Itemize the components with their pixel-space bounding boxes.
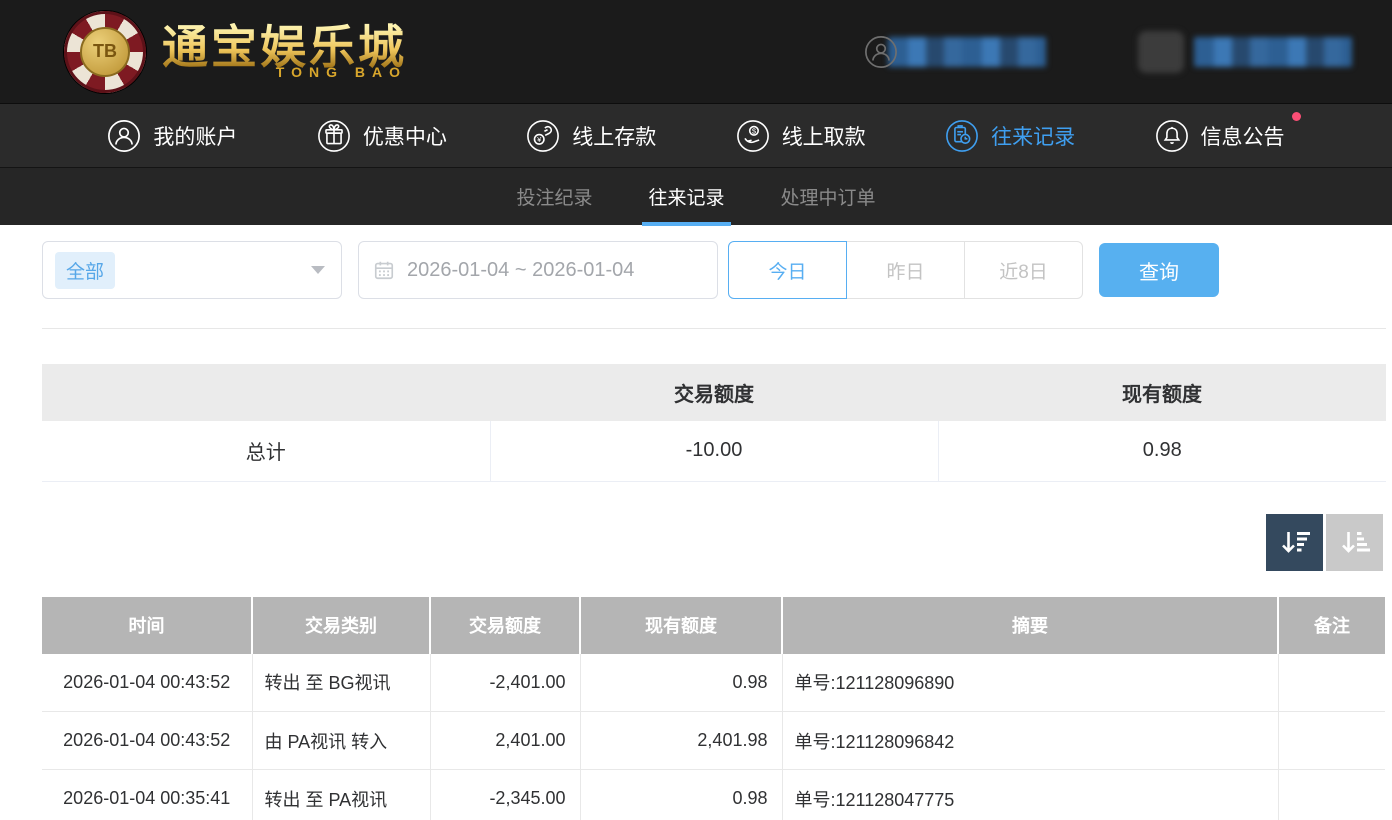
records-header-row: 时间 交易类别 交易额度 现有额度 摘要 备注 bbox=[42, 596, 1385, 654]
nav-item-label: 我的账户 bbox=[153, 125, 238, 149]
cell-balance: 0.98 bbox=[579, 769, 782, 820]
tab-transfer-records[interactable]: 往来记录 bbox=[642, 168, 731, 226]
main-nav: 我的账户 优惠中心 ¥ 线上存款 $ 线上取款 往来记录 信息公告 bbox=[0, 103, 1392, 167]
user-icon bbox=[865, 35, 897, 68]
table-row: 2026-01-04 00:35:41 转出 至 PA视讯 -2,345.00 … bbox=[42, 769, 1385, 820]
date-range-value: 2026-01-04 ~ 2026-01-04 bbox=[407, 258, 635, 281]
header-note: 备注 bbox=[1277, 596, 1385, 654]
nav-item-promotions[interactable]: 优惠中心 bbox=[317, 119, 447, 153]
notification-dot bbox=[1291, 111, 1301, 121]
today-button[interactable]: 今日 bbox=[728, 241, 847, 299]
summary-table: 交易额度 现有额度 总计 -10.00 0.98 bbox=[42, 364, 1386, 482]
cell-balance: 0.98 bbox=[579, 653, 782, 712]
summary-total-transaction: -10.00 bbox=[489, 421, 938, 482]
user-icon bbox=[108, 119, 141, 152]
header-balance: 现有额度 bbox=[579, 596, 782, 654]
date-range-input[interactable]: 2026-01-04 ~ 2026-01-04 bbox=[358, 241, 718, 299]
cell-summary: 单号:121128096842 bbox=[781, 711, 1278, 770]
header-type: 交易类别 bbox=[251, 596, 430, 654]
table-row: 2026-01-04 00:43:52 由 PA视讯 转入 2,401.00 2… bbox=[42, 711, 1385, 770]
logged-in-username bbox=[864, 35, 1046, 69]
cell-time: 2026-01-04 00:43:52 bbox=[42, 653, 252, 712]
cell-type: 转出 至 PA视讯 bbox=[251, 769, 430, 820]
last-8-days-button[interactable]: 近8日 bbox=[964, 241, 1083, 299]
gift-icon bbox=[317, 119, 350, 152]
cell-note bbox=[1277, 653, 1385, 712]
nav-item-my-account[interactable]: 我的账户 bbox=[107, 119, 237, 153]
quick-date-buttons: 今日 昨日 近8日 bbox=[728, 241, 1083, 299]
cell-summary: 单号:121128096890 bbox=[781, 653, 1278, 712]
chip-initials: TB bbox=[80, 26, 130, 77]
cell-note bbox=[1277, 769, 1385, 820]
cell-time: 2026-01-04 00:35:41 bbox=[42, 769, 252, 820]
nav-item-label: 往来记录 bbox=[991, 125, 1076, 149]
sort-asc-icon bbox=[1341, 532, 1370, 553]
redacted-balance-icon bbox=[1138, 30, 1184, 73]
summary-total-label: 总计 bbox=[42, 421, 490, 482]
header-amount: 交易额度 bbox=[429, 596, 580, 654]
brand-subtitle: TONG BAO bbox=[275, 63, 407, 80]
cell-note bbox=[1277, 711, 1385, 770]
summary-total-row: 总计 -10.00 0.98 bbox=[42, 421, 1386, 482]
calendar-icon bbox=[374, 261, 394, 280]
nav-item-label: 优惠中心 bbox=[362, 125, 447, 149]
cell-time: 2026-01-04 00:43:52 bbox=[42, 711, 252, 770]
cell-type: 由 PA视讯 转入 bbox=[251, 711, 430, 770]
nav-item-online-deposit[interactable]: ¥ 线上存款 bbox=[526, 119, 656, 153]
tab-pending-orders[interactable]: 处理中订单 bbox=[779, 168, 878, 226]
tab-betting-records[interactable]: 投注纪录 bbox=[514, 168, 594, 226]
selected-type-tag[interactable]: 全部 bbox=[55, 251, 116, 289]
redacted-username bbox=[888, 36, 1046, 67]
summary-header-balance: 现有额度 bbox=[938, 364, 1386, 421]
redacted-balance bbox=[1194, 36, 1352, 67]
bell-icon bbox=[1155, 119, 1188, 152]
chevron-down-icon bbox=[311, 266, 325, 274]
records-table: 时间 交易类别 交易额度 现有额度 摘要 备注 2026-01-04 00:43… bbox=[42, 596, 1385, 820]
cell-summary: 单号:121128047775 bbox=[781, 769, 1278, 820]
sort-desc-icon bbox=[1281, 532, 1310, 553]
summary-header-transaction: 交易额度 bbox=[490, 364, 938, 421]
cell-amount: 2,401.00 bbox=[429, 711, 580, 770]
deposit-hand-coin-icon: ¥ bbox=[527, 119, 560, 152]
nav-item-label: 线上存款 bbox=[572, 125, 657, 149]
sub-tab-bar: 投注纪录 往来记录 处理中订单 bbox=[0, 167, 1392, 226]
yesterday-button[interactable]: 昨日 bbox=[846, 241, 965, 299]
cell-type: 转出 至 BG视讯 bbox=[251, 653, 430, 712]
nav-item-label: 信息公告 bbox=[1200, 125, 1285, 149]
type-select[interactable]: 全部 bbox=[42, 241, 342, 299]
account-balance-area bbox=[1138, 30, 1352, 73]
withdraw-hand-coin-icon: $ bbox=[736, 119, 769, 152]
sort-descending-button[interactable] bbox=[1266, 513, 1323, 571]
summary-header-empty bbox=[42, 364, 490, 421]
site-header: TB 通宝娱乐城 TONG BAO bbox=[0, 0, 1392, 103]
summary-total-balance: 0.98 bbox=[937, 421, 1386, 482]
header-time: 时间 bbox=[42, 596, 252, 654]
cell-balance: 2,401.98 bbox=[579, 711, 782, 770]
nav-item-online-withdrawal[interactable]: $ 线上取款 bbox=[736, 119, 866, 153]
brand-logo: TB 通宝娱乐城 TONG BAO bbox=[64, 10, 407, 93]
nav-item-label: 线上取款 bbox=[781, 125, 866, 149]
sort-controls bbox=[0, 513, 1383, 571]
transfer-records-icon bbox=[946, 119, 979, 152]
cell-amount: -2,401.00 bbox=[429, 653, 580, 712]
filter-row: 全部 2026-01-04 ~ 2026-01-04 今日 昨日 近8日 查询 bbox=[42, 241, 1392, 299]
sort-ascending-button[interactable] bbox=[1326, 513, 1383, 571]
table-row: 2026-01-04 00:43:52 转出 至 BG视讯 -2,401.00 … bbox=[42, 653, 1385, 712]
nav-item-transfer-records[interactable]: 往来记录 bbox=[945, 119, 1075, 153]
nav-item-announcements[interactable]: 信息公告 bbox=[1155, 111, 1301, 153]
divider bbox=[42, 328, 1386, 329]
search-button[interactable]: 查询 bbox=[1099, 243, 1219, 297]
header-summary: 摘要 bbox=[781, 596, 1278, 654]
poker-chip-logo-icon: TB bbox=[64, 10, 146, 93]
cell-amount: -2,345.00 bbox=[429, 769, 580, 820]
